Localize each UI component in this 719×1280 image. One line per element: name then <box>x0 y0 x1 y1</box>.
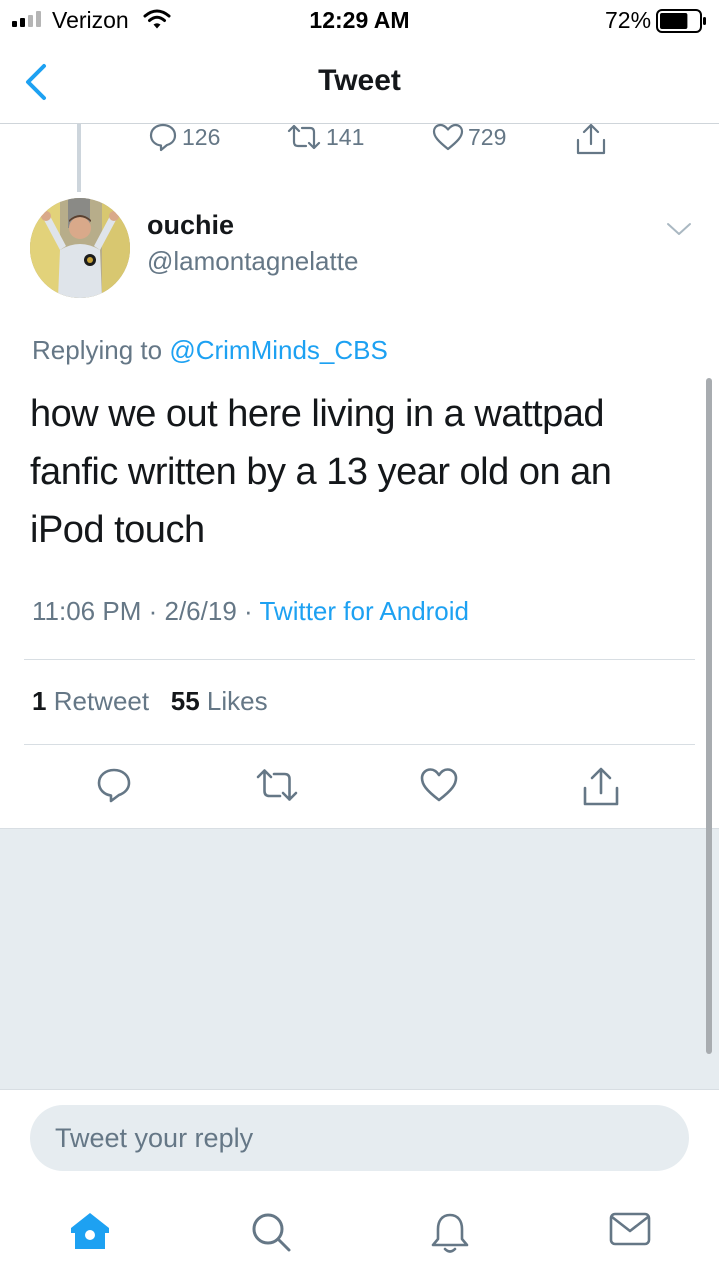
search-icon[interactable] <box>250 1211 292 1253</box>
reply-icon[interactable] <box>95 766 133 804</box>
prev-reply-count: 126 <box>182 123 221 150</box>
tweet-source-link[interactable]: Twitter for Android <box>259 596 469 626</box>
retweets-stat[interactable]: 1 Retweet <box>32 686 149 716</box>
reply-input[interactable] <box>30 1105 689 1171</box>
status-bar: Verizon 12:29 AM 72% <box>0 0 719 40</box>
messages-icon[interactable] <box>609 1211 651 1247</box>
replying-mention-link[interactable]: @CrimMinds_CBS <box>169 335 388 365</box>
share-icon[interactable] <box>581 766 621 808</box>
avatar-photo <box>30 198 130 298</box>
avatar[interactable] <box>30 198 130 298</box>
tweet-stats: 1 Retweet 55 Likes <box>32 686 268 717</box>
prev-like-count: 729 <box>468 123 507 150</box>
reply-box[interactable] <box>30 1105 689 1171</box>
prev-share-button[interactable] <box>575 122 611 156</box>
tweet-date: 2/6/19 <box>164 596 237 626</box>
tweet-actions <box>0 760 719 820</box>
meta-separator: · <box>244 596 253 626</box>
prev-retweet-button[interactable]: 141 <box>286 122 364 152</box>
author-handle[interactable]: @lamontagnelatte <box>147 246 358 277</box>
scrollbar[interactable] <box>706 378 712 1054</box>
tweet-meta: 11:06 PM · 2/6/19 · Twitter for Android <box>32 596 469 627</box>
page-title: Tweet <box>318 64 401 97</box>
replying-to: Replying to @CrimMinds_CBS <box>32 335 388 366</box>
retweet-count: 1 <box>32 686 47 716</box>
tweet-time: 11:06 PM <box>32 596 142 626</box>
likes-stat[interactable]: 55 Likes <box>171 686 268 716</box>
replying-prefix: Replying to <box>32 335 163 365</box>
meta-separator: · <box>148 596 158 626</box>
replies-area <box>0 828 719 1090</box>
heart-icon[interactable] <box>419 766 459 804</box>
retweet-icon[interactable] <box>255 766 299 804</box>
prev-retweet-count: 141 <box>326 123 365 150</box>
share-icon <box>576 123 606 155</box>
prev-reply-button[interactable]: 126 <box>148 122 220 152</box>
chevron-down-icon[interactable] <box>665 220 693 238</box>
nav-bar: Tweet <box>0 40 719 124</box>
heart-icon <box>432 123 464 151</box>
author-name[interactable]: ouchie <box>147 210 234 241</box>
battery-icon <box>656 9 706 33</box>
notifications-icon[interactable] <box>430 1211 470 1255</box>
like-label: Likes <box>206 686 268 716</box>
divider <box>24 744 695 745</box>
tab-bar <box>0 1185 719 1280</box>
like-count: 55 <box>170 686 200 716</box>
divider <box>24 659 695 660</box>
reply-icon <box>149 123 177 152</box>
retweet-icon <box>287 124 321 150</box>
retweet-label: Retweet <box>53 686 150 716</box>
battery-percent: 72% <box>605 7 652 33</box>
tweet-text: how we out here living in a wattpad fanf… <box>30 393 612 551</box>
home-icon[interactable] <box>69 1211 111 1251</box>
prev-like-button[interactable]: 729 <box>432 122 506 152</box>
previous-tweet-actions: 126 141 729 <box>0 118 719 158</box>
